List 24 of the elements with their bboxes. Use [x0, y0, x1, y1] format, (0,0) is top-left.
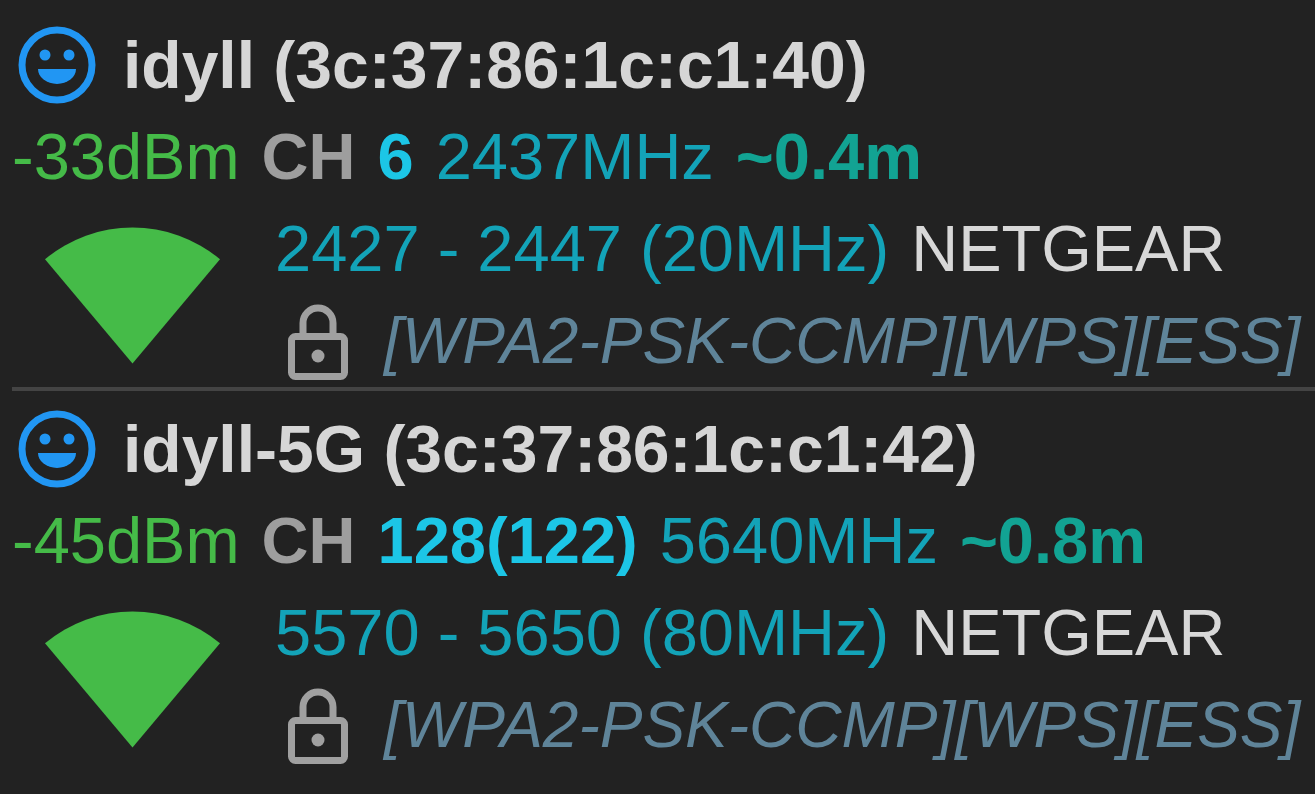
smiley-icon: [18, 410, 96, 488]
network-title: idyll-5G (3c:37:86:1c:c1:42): [123, 411, 978, 488]
channel-label: CH: [261, 503, 356, 579]
signal-strength: -33dBm: [12, 119, 240, 195]
distance-text: ~0.8m: [959, 503, 1146, 579]
frequency-range: 2427 - 2447 (20MHz): [275, 211, 890, 287]
channel-number: 6: [377, 119, 414, 195]
signal-strength: -45dBm: [12, 503, 240, 579]
frequency-range: 5570 - 5650 (80MHz): [275, 595, 890, 671]
vendor-name: NETGEAR: [911, 211, 1226, 287]
vendor-name: NETGEAR: [911, 595, 1226, 671]
lock-icon: [288, 302, 348, 380]
wifi-signal-icon: [45, 226, 220, 364]
wifi-signal-icon: [45, 610, 220, 748]
security-capabilities: [WPA2-PSK-CCMP][WPS][ESS]: [384, 304, 1301, 379]
frequency-text: 2437MHz: [435, 119, 714, 195]
frequency-text: 5640MHz: [659, 503, 938, 579]
lock-icon: [288, 686, 348, 764]
distance-text: ~0.4m: [735, 119, 922, 195]
channel-number: 128(122): [377, 503, 638, 579]
security-capabilities: [WPA2-PSK-CCMP][WPS][ESS]: [384, 688, 1301, 763]
network-title: idyll (3c:37:86:1c:c1:40): [123, 27, 868, 104]
smiley-icon: [18, 26, 96, 104]
channel-label: CH: [261, 119, 356, 195]
